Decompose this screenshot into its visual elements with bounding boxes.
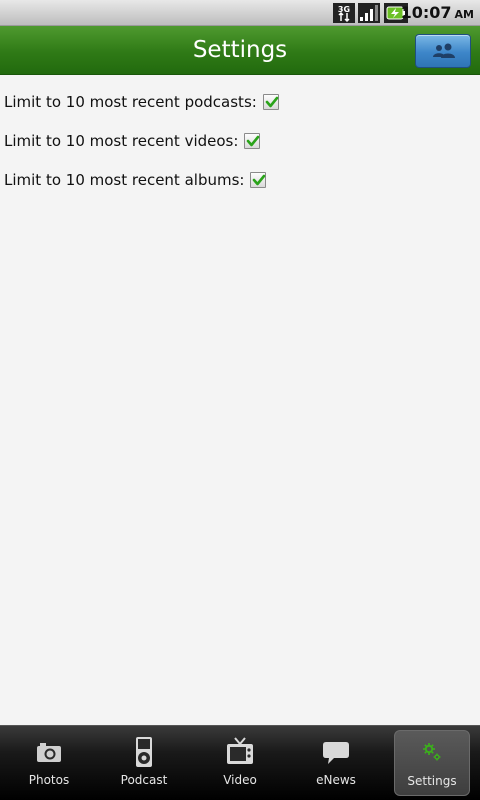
tab-label: Photos — [28, 773, 70, 787]
status-bar: 3G 10:07 AM — [0, 0, 480, 26]
tab-label: eNews — [316, 773, 356, 787]
setting-label: Limit to 10 most recent albums: — [4, 171, 245, 189]
status-clock: 10:07 AM — [401, 3, 474, 23]
camera-icon — [37, 743, 61, 762]
page-title: Settings — [192, 37, 288, 63]
tv-icon — [227, 737, 253, 764]
tab-label: Podcast — [120, 773, 168, 787]
gear-icon — [423, 743, 441, 761]
settings-list: Limit to 10 most recent podcasts: Limit … — [0, 75, 480, 725]
contacts-button[interactable] — [415, 34, 471, 68]
3g-network-icon: 3G — [333, 3, 355, 23]
setting-label: Limit to 10 most recent videos: — [4, 132, 239, 150]
tab-label: Settings — [407, 774, 457, 788]
tab-photos[interactable]: Photos — [1, 730, 97, 796]
tab-video[interactable]: Video — [192, 730, 288, 796]
tab-enews[interactable]: eNews — [288, 730, 384, 796]
setting-row-videos: Limit to 10 most recent videos: — [4, 129, 261, 153]
title-bar: Settings — [0, 26, 480, 75]
clock-ampm: AM — [454, 8, 474, 21]
tab-label: Video — [223, 773, 257, 787]
videos-checkbox[interactable] — [244, 133, 261, 149]
clock-time: 10:07 — [400, 3, 452, 22]
podcasts-checkbox[interactable] — [262, 94, 279, 110]
albums-checkbox[interactable] — [250, 172, 267, 188]
ipod-icon — [136, 737, 152, 767]
tab-settings[interactable]: Settings — [394, 730, 470, 796]
people-icon — [433, 43, 455, 58]
checkmark-icon — [265, 96, 279, 108]
svg-text:3G: 3G — [338, 5, 350, 14]
signal-strength-icon — [358, 3, 380, 23]
checkmark-icon — [247, 135, 260, 147]
checkmark-icon — [253, 174, 266, 186]
bottom-tab-bar: Photos Podcast Video eNews Settings — [0, 725, 480, 800]
speech-bubble-icon — [323, 742, 349, 764]
setting-row-podcasts: Limit to 10 most recent podcasts: — [4, 90, 279, 114]
tab-podcast[interactable]: Podcast — [96, 730, 192, 796]
setting-row-albums: Limit to 10 most recent albums: — [4, 168, 267, 192]
setting-label: Limit to 10 most recent podcasts: — [4, 93, 257, 111]
